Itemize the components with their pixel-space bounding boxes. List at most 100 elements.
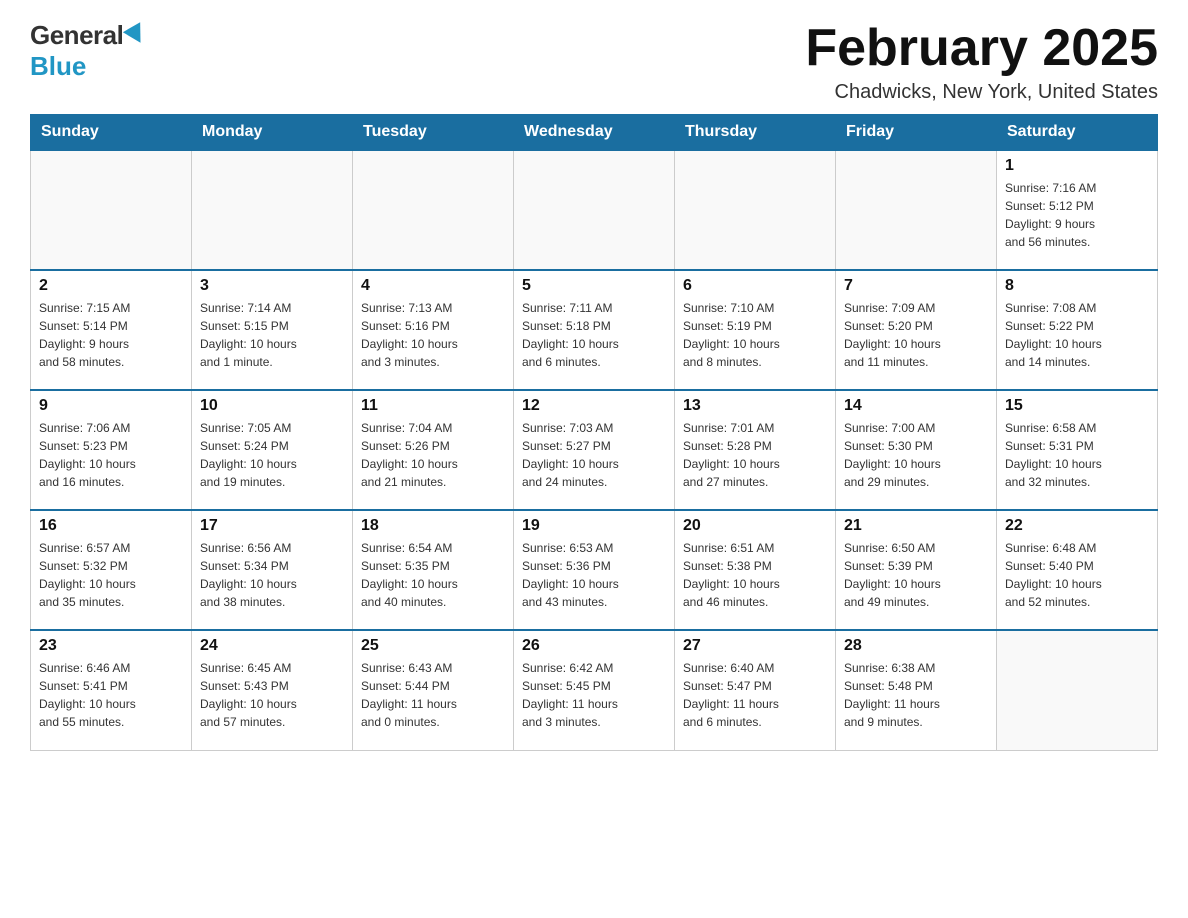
- weekday-header-saturday: Saturday: [997, 115, 1158, 151]
- weekday-header-row: SundayMondayTuesdayWednesdayThursdayFrid…: [31, 115, 1158, 151]
- day-number: 14: [844, 397, 988, 415]
- day-number: 26: [522, 637, 666, 655]
- day-number: 19: [522, 517, 666, 535]
- day-number: 10: [200, 397, 344, 415]
- day-info: Sunrise: 6:50 AM Sunset: 5:39 PM Dayligh…: [844, 539, 988, 611]
- calendar-cell: 16Sunrise: 6:57 AM Sunset: 5:32 PM Dayli…: [31, 510, 192, 630]
- day-info: Sunrise: 7:08 AM Sunset: 5:22 PM Dayligh…: [1005, 299, 1149, 371]
- day-info: Sunrise: 7:04 AM Sunset: 5:26 PM Dayligh…: [361, 419, 505, 491]
- day-number: 6: [683, 277, 827, 295]
- day-number: 1: [1005, 157, 1149, 175]
- calendar-cell: [675, 150, 836, 270]
- day-number: 17: [200, 517, 344, 535]
- day-info: Sunrise: 6:43 AM Sunset: 5:44 PM Dayligh…: [361, 659, 505, 731]
- day-number: 23: [39, 637, 183, 655]
- day-info: Sunrise: 6:38 AM Sunset: 5:48 PM Dayligh…: [844, 659, 988, 731]
- day-number: 27: [683, 637, 827, 655]
- day-number: 8: [1005, 277, 1149, 295]
- day-info: Sunrise: 7:00 AM Sunset: 5:30 PM Dayligh…: [844, 419, 988, 491]
- calendar-cell: [31, 150, 192, 270]
- logo-blue: Blue: [30, 51, 86, 82]
- calendar-cell: 11 Sunrise: 7:04 AM Sunset: 5:26 PM Dayli…: [353, 390, 514, 510]
- calendar-cell: 23 Sunrise: 6:46 AM Sunset: 5:41 PM Dayli…: [31, 630, 192, 750]
- logo-triangle-icon: [123, 22, 149, 48]
- week-row-1: 2 Sunrise: 7:15 AM Sunset: 5:14 PM Daylig…: [31, 270, 1158, 390]
- weekday-header-tuesday: Tuesday: [353, 115, 514, 151]
- day-number: 9: [39, 397, 183, 415]
- calendar-cell: 24Sunrise: 6:45 AM Sunset: 5:43 PM Dayli…: [192, 630, 353, 750]
- day-info: Sunrise: 7:01 AM Sunset: 5:28 PM Dayligh…: [683, 419, 827, 491]
- calendar-cell: 21 Sunrise: 6:50 AM Sunset: 5:39 PM Dayli…: [836, 510, 997, 630]
- calendar-cell: 2 Sunrise: 7:15 AM Sunset: 5:14 PM Daylig…: [31, 270, 192, 390]
- calendar-cell: [836, 150, 997, 270]
- day-number: 18: [361, 517, 505, 535]
- location: Chadwicks, New York, United States: [805, 81, 1158, 104]
- day-info: Sunrise: 7:16 AM Sunset: 5:12 PM Dayligh…: [1005, 179, 1149, 251]
- calendar-cell: [997, 630, 1158, 750]
- calendar-cell: 22 Sunrise: 6:48 AM Sunset: 5:40 PM Dayli…: [997, 510, 1158, 630]
- calendar-cell: 19 Sunrise: 6:53 AM Sunset: 5:36 PM Dayli…: [514, 510, 675, 630]
- week-row-0: 1 Sunrise: 7:16 AM Sunset: 5:12 PM Daylig…: [31, 150, 1158, 270]
- day-number: 5: [522, 277, 666, 295]
- day-info: Sunrise: 6:46 AM Sunset: 5:41 PM Dayligh…: [39, 659, 183, 731]
- calendar-cell: 28 Sunrise: 6:38 AM Sunset: 5:48 PM Dayli…: [836, 630, 997, 750]
- weekday-header-thursday: Thursday: [675, 115, 836, 151]
- title-area: February 2025 Chadwicks, New York, Unite…: [805, 20, 1158, 104]
- day-info: Sunrise: 6:53 AM Sunset: 5:36 PM Dayligh…: [522, 539, 666, 611]
- day-info: Sunrise: 7:03 AM Sunset: 5:27 PM Dayligh…: [522, 419, 666, 491]
- day-info: Sunrise: 7:10 AM Sunset: 5:19 PM Dayligh…: [683, 299, 827, 371]
- calendar-cell: [353, 150, 514, 270]
- header: General Blue February 2025 Chadwicks, Ne…: [30, 20, 1158, 104]
- calendar-cell: 17 Sunrise: 6:56 AM Sunset: 5:34 PM Dayli…: [192, 510, 353, 630]
- weekday-header-monday: Monday: [192, 115, 353, 151]
- calendar-cell: 9 Sunrise: 7:06 AM Sunset: 5:23 PM Daylig…: [31, 390, 192, 510]
- calendar-cell: 25 Sunrise: 6:43 AM Sunset: 5:44 PM Dayli…: [353, 630, 514, 750]
- calendar-cell: 27 Sunrise: 6:40 AM Sunset: 5:47 PM Dayli…: [675, 630, 836, 750]
- calendar-cell: [514, 150, 675, 270]
- day-number: 28: [844, 637, 988, 655]
- day-info: Sunrise: 7:13 AM Sunset: 5:16 PM Dayligh…: [361, 299, 505, 371]
- calendar-cell: 1 Sunrise: 7:16 AM Sunset: 5:12 PM Daylig…: [997, 150, 1158, 270]
- day-number: 7: [844, 277, 988, 295]
- calendar-cell: 15Sunrise: 6:58 AM Sunset: 5:31 PM Dayli…: [997, 390, 1158, 510]
- day-info: Sunrise: 7:06 AM Sunset: 5:23 PM Dayligh…: [39, 419, 183, 491]
- day-number: 22: [1005, 517, 1149, 535]
- day-info: Sunrise: 6:48 AM Sunset: 5:40 PM Dayligh…: [1005, 539, 1149, 611]
- week-row-2: 9 Sunrise: 7:06 AM Sunset: 5:23 PM Daylig…: [31, 390, 1158, 510]
- day-info: Sunrise: 6:51 AM Sunset: 5:38 PM Dayligh…: [683, 539, 827, 611]
- calendar-cell: 10 Sunrise: 7:05 AM Sunset: 5:24 PM Dayli…: [192, 390, 353, 510]
- day-number: 21: [844, 517, 988, 535]
- day-info: Sunrise: 7:09 AM Sunset: 5:20 PM Dayligh…: [844, 299, 988, 371]
- day-number: 11: [361, 397, 505, 415]
- weekday-header-friday: Friday: [836, 115, 997, 151]
- day-info: Sunrise: 6:54 AM Sunset: 5:35 PM Dayligh…: [361, 539, 505, 611]
- week-row-4: 23 Sunrise: 6:46 AM Sunset: 5:41 PM Dayli…: [31, 630, 1158, 750]
- weekday-header-sunday: Sunday: [31, 115, 192, 151]
- day-number: 2: [39, 277, 183, 295]
- calendar-cell: 18 Sunrise: 6:54 AM Sunset: 5:35 PM Dayli…: [353, 510, 514, 630]
- calendar-cell: 3Sunrise: 7:14 AM Sunset: 5:15 PM Daylig…: [192, 270, 353, 390]
- day-info: Sunrise: 7:11 AM Sunset: 5:18 PM Dayligh…: [522, 299, 666, 371]
- day-info: Sunrise: 6:40 AM Sunset: 5:47 PM Dayligh…: [683, 659, 827, 731]
- day-info: Sunrise: 6:56 AM Sunset: 5:34 PM Dayligh…: [200, 539, 344, 611]
- day-info: Sunrise: 6:58 AM Sunset: 5:31 PM Dayligh…: [1005, 419, 1149, 491]
- calendar-cell: 26Sunrise: 6:42 AM Sunset: 5:45 PM Dayli…: [514, 630, 675, 750]
- week-row-3: 16Sunrise: 6:57 AM Sunset: 5:32 PM Dayli…: [31, 510, 1158, 630]
- calendar: SundayMondayTuesdayWednesdayThursdayFrid…: [30, 114, 1158, 751]
- day-info: Sunrise: 7:05 AM Sunset: 5:24 PM Dayligh…: [200, 419, 344, 491]
- calendar-cell: 7 Sunrise: 7:09 AM Sunset: 5:20 PM Daylig…: [836, 270, 997, 390]
- calendar-cell: 13 Sunrise: 7:01 AM Sunset: 5:28 PM Dayli…: [675, 390, 836, 510]
- day-number: 24: [200, 637, 344, 655]
- day-number: 13: [683, 397, 827, 415]
- calendar-cell: 4Sunrise: 7:13 AM Sunset: 5:16 PM Daylig…: [353, 270, 514, 390]
- weekday-header-wednesday: Wednesday: [514, 115, 675, 151]
- logo-general: General: [30, 20, 123, 51]
- day-number: 3: [200, 277, 344, 295]
- day-number: 20: [683, 517, 827, 535]
- calendar-cell: 12Sunrise: 7:03 AM Sunset: 5:27 PM Dayli…: [514, 390, 675, 510]
- calendar-cell: 14 Sunrise: 7:00 AM Sunset: 5:30 PM Dayli…: [836, 390, 997, 510]
- day-info: Sunrise: 6:57 AM Sunset: 5:32 PM Dayligh…: [39, 539, 183, 611]
- day-info: Sunrise: 7:15 AM Sunset: 5:14 PM Dayligh…: [39, 299, 183, 371]
- day-number: 25: [361, 637, 505, 655]
- calendar-cell: [192, 150, 353, 270]
